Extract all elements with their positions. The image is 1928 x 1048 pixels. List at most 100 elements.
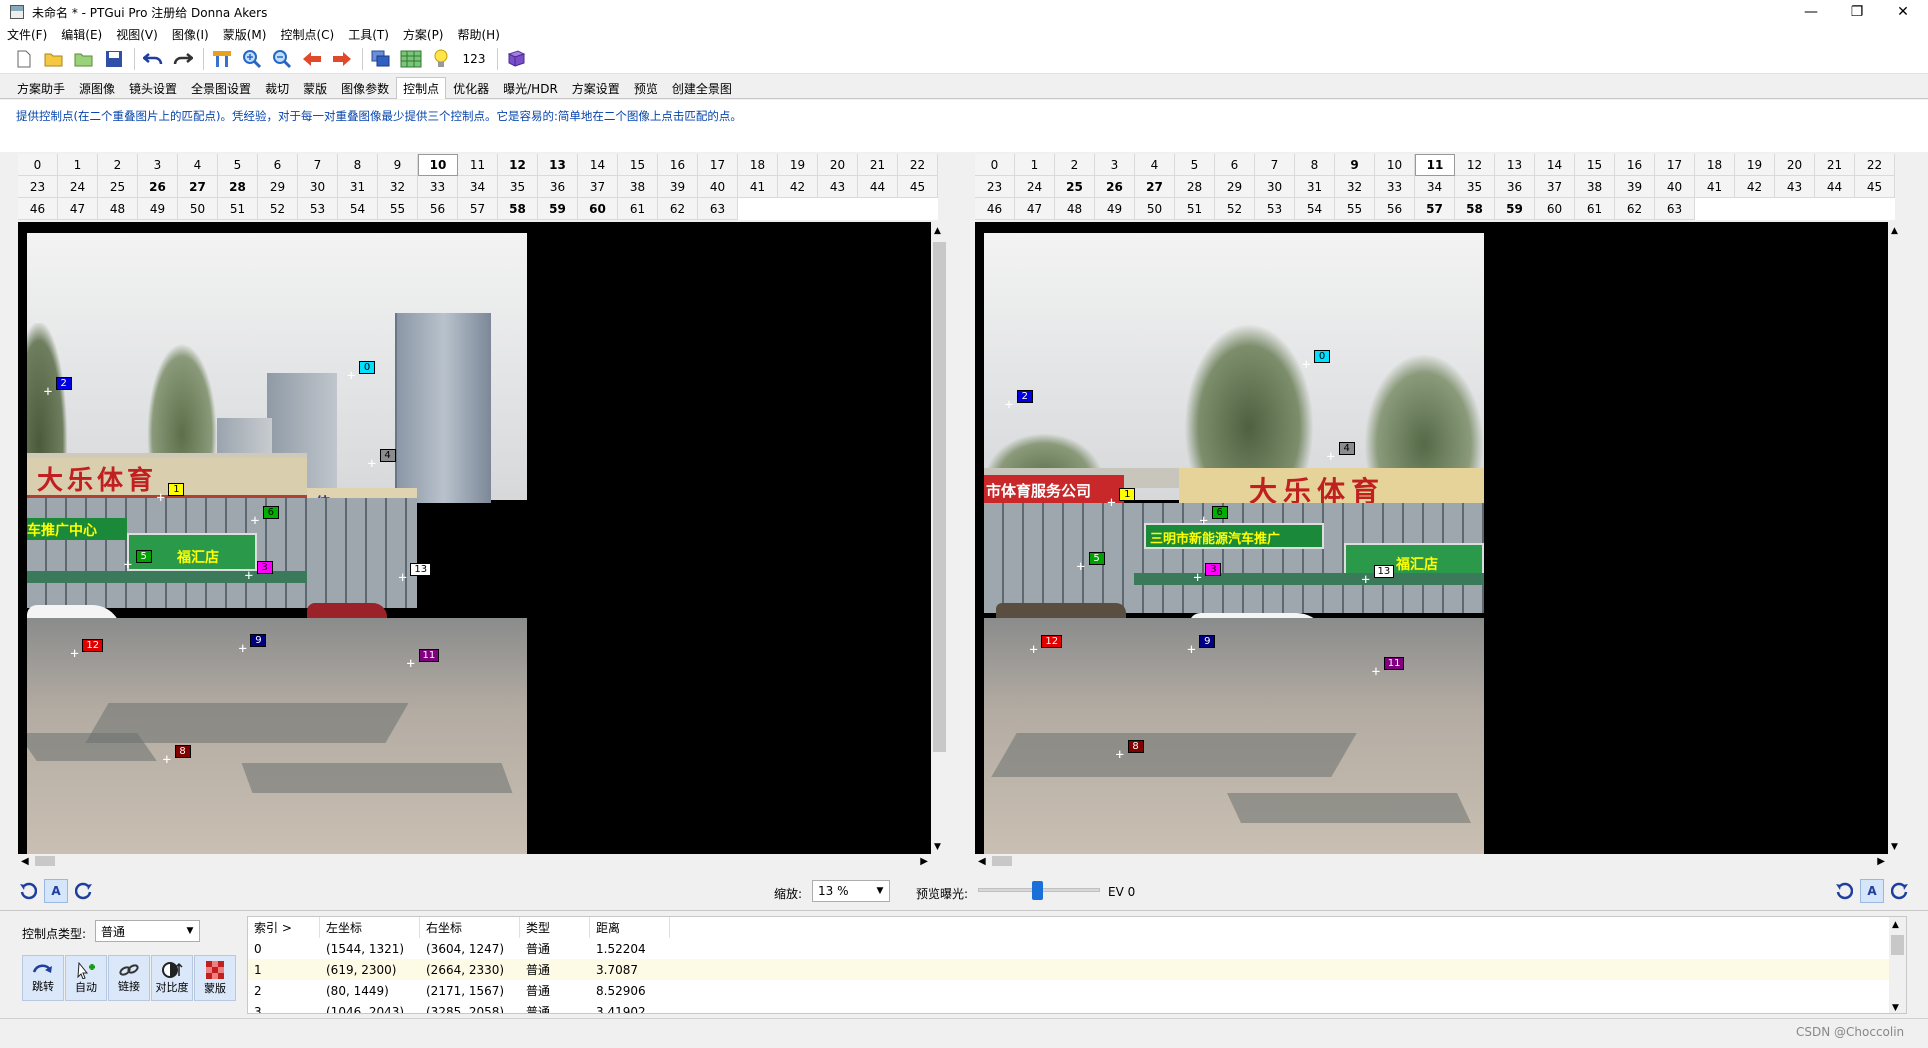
tab-image-parameters[interactable]: 图像参数 [334,78,396,98]
contrast-button[interactable]: 对比度 [151,955,193,1001]
left-image-39-cell[interactable]: 39 [658,176,698,198]
exposure-slider-thumb[interactable] [1032,881,1043,900]
control-point-12[interactable]: 12 [1041,635,1063,649]
left-image-56-cell[interactable]: 56 [418,198,458,220]
control-point-marker[interactable]: + [70,647,78,661]
auto-align-button[interactable]: A [44,879,68,903]
right-image-42-cell[interactable]: 42 [1735,176,1775,198]
tab-lens-settings[interactable]: 镜头设置 [122,78,184,98]
control-point-marker[interactable]: + [1029,643,1037,657]
control-point-marker[interactable]: + [347,369,355,383]
right-image-26-cell[interactable]: 26 [1095,176,1135,198]
left-image-22-cell[interactable]: 22 [898,154,938,176]
left-image-12-cell[interactable]: 12 [498,154,538,176]
table-row[interactable]: 1 (619, 2300) (2664, 2330) 普通 3.7087 [248,959,1906,980]
left-image-7-cell[interactable]: 7 [298,154,338,176]
right-image-38-cell[interactable]: 38 [1575,176,1615,198]
right-image-6-cell[interactable]: 6 [1215,154,1255,176]
right-image-9-cell[interactable]: 9 [1335,154,1375,176]
table-row[interactable]: 3 (1046, 2043) (3285, 2058) 普通 3.41902 [248,1001,1906,1014]
left-image-34-cell[interactable]: 34 [458,176,498,198]
left-image-40-cell[interactable]: 40 [698,176,738,198]
right-image-37-cell[interactable]: 37 [1535,176,1575,198]
mask-button[interactable]: 蒙版 [194,955,236,1001]
right-image-0-cell[interactable]: 0 [975,154,1015,176]
auto-button[interactable]: 自动 [65,955,107,1001]
table-scrollbar[interactable]: ▲ ▼ [1889,917,1906,1013]
right-image-30-cell[interactable]: 30 [1255,176,1295,198]
right-image-34-cell[interactable]: 34 [1415,176,1455,198]
control-point-marker[interactable]: + [238,642,246,656]
column-distance[interactable]: 距离 [590,917,670,938]
left-image-35-cell[interactable]: 35 [498,176,538,198]
control-point-marker[interactable]: + [1107,496,1115,510]
zoom-in-icon[interactable] [240,47,264,71]
tab-source-images[interactable]: 源图像 [72,78,122,98]
control-point-0[interactable]: 0 [359,360,376,374]
control-point-2[interactable]: 2 [1016,390,1033,404]
left-image-14-cell[interactable]: 14 [578,154,618,176]
left-image-23-cell[interactable]: 23 [18,176,58,198]
left-image-54-cell[interactable]: 54 [338,198,378,220]
right-image-13-cell[interactable]: 13 [1495,154,1535,176]
control-point-4[interactable]: 4 [379,449,396,463]
control-point-marker[interactable]: + [1302,358,1310,372]
right-image-31-cell[interactable]: 31 [1295,176,1335,198]
right-image-23-cell[interactable]: 23 [975,176,1015,198]
right-image-25-cell[interactable]: 25 [1055,176,1095,198]
control-point-marker[interactable]: + [1372,665,1380,679]
right-image-4-cell[interactable]: 4 [1135,154,1175,176]
left-image-29-cell[interactable]: 29 [258,176,298,198]
left-image-18-cell[interactable]: 18 [738,154,778,176]
close-button[interactable]: ✕ [1880,0,1926,24]
control-point-3[interactable]: 3 [256,561,273,575]
jump-button[interactable]: 跳转 [22,955,64,1001]
left-image-9-cell[interactable]: 9 [378,154,418,176]
control-point-5[interactable]: 5 [1088,551,1105,565]
right-image-5-cell[interactable]: 5 [1175,154,1215,176]
control-point-marker[interactable]: + [1193,571,1201,585]
tab-preview[interactable]: 预览 [627,78,665,98]
tab-control-points[interactable]: 控制点 [396,77,447,99]
right-image-62-cell[interactable]: 62 [1615,198,1655,220]
table-row[interactable]: 2 (80, 1449) (2171, 1567) 普通 8.52906 [248,980,1906,1001]
tab-panorama-settings[interactable]: 全景图设置 [184,78,258,98]
left-image-32-cell[interactable]: 32 [378,176,418,198]
table-row[interactable]: 0 (1544, 1321) (3604, 1247) 普通 1.52204 [248,938,1906,959]
left-image-52-cell[interactable]: 52 [258,198,298,220]
right-image-14-cell[interactable]: 14 [1535,154,1575,176]
right-image-48-cell[interactable]: 48 [1055,198,1095,220]
left-image-28-cell[interactable]: 28 [218,176,258,198]
left-image-45-cell[interactable]: 45 [898,176,938,198]
rotate-right-icon[interactable] [1888,879,1912,903]
left-image-3-cell[interactable]: 3 [138,154,178,176]
right-image-8-cell[interactable]: 8 [1295,154,1335,176]
control-point-marker[interactable]: + [44,385,52,399]
left-image-2-cell[interactable]: 2 [98,154,138,176]
previous-arrow-icon[interactable] [300,47,324,71]
right-image-33-cell[interactable]: 33 [1375,176,1415,198]
control-point-9[interactable]: 9 [250,633,267,647]
control-point-8[interactable]: 8 [174,744,191,758]
right-image-35-cell[interactable]: 35 [1455,176,1495,198]
left-image-viewer[interactable]: 大乐体育 佳 车推广中心 福汇店 0+2+4+1+6+5+3+13+12+9+1… [18,222,948,854]
column-right-coord[interactable]: 右坐标 [420,917,520,938]
control-point-6[interactable]: 6 [262,506,279,520]
load-images-icon[interactable] [72,47,96,71]
right-image-18-cell[interactable]: 18 [1695,154,1735,176]
right-image-24-cell[interactable]: 24 [1015,176,1055,198]
left-image-17-cell[interactable]: 17 [698,154,738,176]
left-image-48-cell[interactable]: 48 [98,198,138,220]
left-image-42-cell[interactable]: 42 [778,176,818,198]
menu-mask[interactable]: 蒙版(M) [216,26,274,43]
left-image-53-cell[interactable]: 53 [298,198,338,220]
left-image-47-cell[interactable]: 47 [58,198,98,220]
menu-control-points[interactable]: 控制点(C) [273,26,341,43]
control-point-marker[interactable]: + [124,558,132,572]
control-point-3[interactable]: 3 [1205,562,1222,576]
new-file-icon[interactable] [12,47,36,71]
left-image-11-cell[interactable]: 11 [458,154,498,176]
right-image-12-cell[interactable]: 12 [1455,154,1495,176]
control-point-marker[interactable]: + [368,457,376,471]
menu-view[interactable]: 视图(V) [109,26,165,43]
